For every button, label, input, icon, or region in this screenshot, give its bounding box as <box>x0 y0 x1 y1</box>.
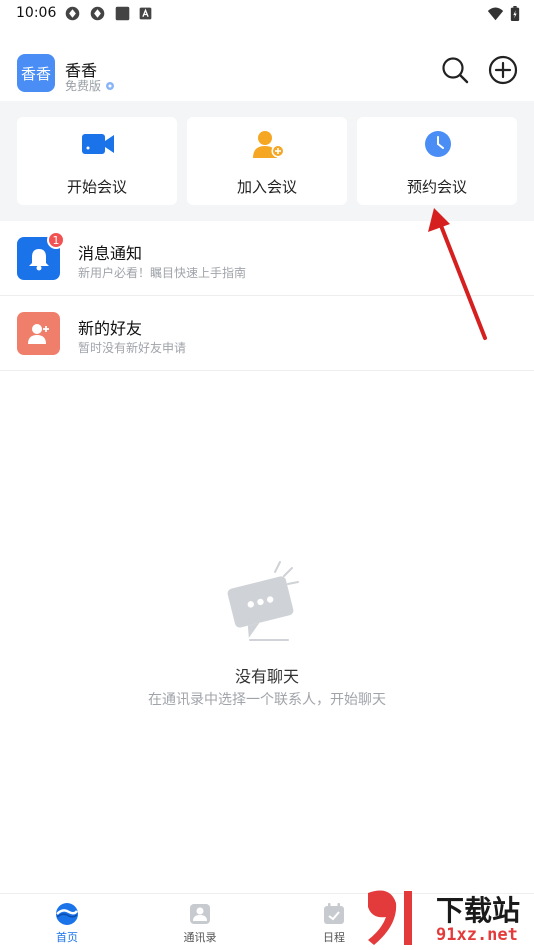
schedule-meeting-label: 预约会议 <box>406 178 467 196</box>
status-time: 10:06 <box>16 5 57 21</box>
tab-home-label: 首页 <box>56 931 78 944</box>
tab-home[interactable]: 首页 <box>27 902 107 945</box>
status-notification-icons <box>64 5 152 22</box>
wifi-icon <box>487 7 504 21</box>
status-bar: 10:06 <box>0 0 534 30</box>
watermark-domain: 91xz.net <box>436 925 518 945</box>
add-person-icon <box>253 131 285 158</box>
list-item-subtitle: 暂时没有新好友申请 <box>78 341 187 355</box>
watermark: 下载站 91xz.net <box>360 885 534 950</box>
home-header: 香香 香香 免费版 <box>0 48 534 100</box>
search-icon[interactable] <box>440 55 470 85</box>
plan-badge-icon <box>106 81 115 90</box>
app-notification-icon <box>90 6 105 21</box>
empty-state-title: 没有聊天 <box>234 667 299 686</box>
watermark-brand: 下载站 <box>436 894 521 927</box>
empty-chat-illustration <box>227 561 299 641</box>
tab-contacts[interactable]: 通讯录 <box>160 902 240 945</box>
contacts-icon <box>190 904 210 924</box>
battery-charging-icon <box>510 6 520 21</box>
avatar[interactable]: 香香 <box>17 54 55 92</box>
list-item-subtitle: 新用户必看！瞩目快速上手指南 <box>78 266 247 280</box>
plan-label: 免费版 <box>65 77 115 94</box>
empty-state-subtitle: 在通讯录中选择一个联系人，开始聊天 <box>148 692 386 708</box>
tab-contacts-label: 通讯录 <box>183 931 217 944</box>
square-notification-icon <box>115 6 130 21</box>
join-meeting-label: 加入会议 <box>236 178 297 196</box>
add-circle-icon[interactable] <box>488 55 518 85</box>
annotation-arrow <box>428 208 487 340</box>
video-camera-icon <box>82 134 114 154</box>
list-item-title: 新的好友 <box>78 319 143 338</box>
calendar-icon <box>324 903 344 924</box>
schedule-meeting-button[interactable]: 预约会议 <box>357 117 517 205</box>
app-notification-icon <box>65 6 80 21</box>
home-icon <box>56 903 78 925</box>
join-meeting-button[interactable]: 加入会议 <box>187 117 347 205</box>
notification-badge: 1 <box>47 231 65 249</box>
a-notification-icon <box>139 7 152 20</box>
status-system-icons <box>487 5 520 22</box>
list-item-title: 消息通知 <box>78 244 143 263</box>
start-meeting-label: 开始会议 <box>66 178 127 196</box>
add-friend-icon <box>17 312 60 355</box>
clock-icon <box>425 131 451 157</box>
start-meeting-button[interactable]: 开始会议 <box>17 117 177 205</box>
plan-text: 免费版 <box>65 79 102 93</box>
